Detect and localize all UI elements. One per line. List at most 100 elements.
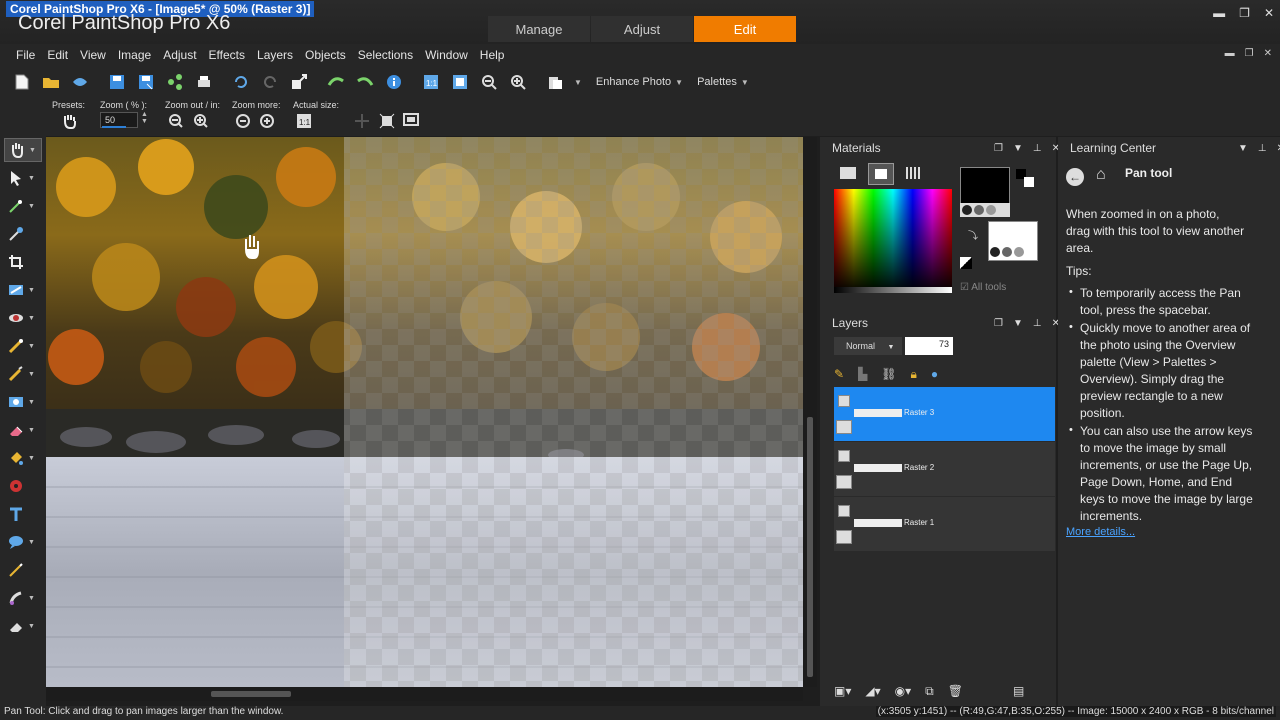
maximize-icon[interactable]: ❐: [1239, 6, 1250, 20]
palettes-button[interactable]: Palettes: [697, 76, 737, 88]
layer-style-icon[interactable]: ●: [931, 367, 938, 382]
paste-dropdown-icon[interactable]: ▼: [574, 78, 582, 87]
mask-layer-icon[interactable]: ◉▾: [895, 684, 912, 699]
new-raster-layer-icon[interactable]: ▣▾: [834, 684, 851, 699]
zoom-slider[interactable]: [102, 126, 126, 128]
zoom-in-icon[interactable]: [508, 72, 528, 92]
layers-float-icon[interactable]: ❐: [994, 318, 1003, 329]
menu-effects[interactable]: Effects: [203, 48, 251, 62]
swatches-tab-icon[interactable]: [906, 167, 920, 179]
zoom-out-icon[interactable]: [479, 72, 499, 92]
enhance-photo-dropdown-icon[interactable]: ▼: [675, 78, 683, 87]
adjustment-layer-icon[interactable]: ◢▾: [865, 684, 880, 699]
layer-row-raster-3[interactable]: Raster 3: [834, 387, 1055, 441]
menu-adjust[interactable]: Adjust: [157, 48, 202, 62]
actual-size-button-icon[interactable]: 1:1: [296, 113, 312, 134]
redo-icon[interactable]: [260, 72, 280, 92]
new-file-icon[interactable]: [12, 72, 32, 92]
dropper-tool-button[interactable]: [4, 222, 42, 246]
palettes-dropdown-icon[interactable]: ▼: [741, 78, 749, 87]
straighten-tool-button[interactable]: ▼: [4, 278, 42, 302]
home-icon[interactable]: ⌂: [1096, 166, 1106, 184]
layer-row-raster-1[interactable]: Raster 1: [834, 497, 1055, 551]
minimize-icon[interactable]: ▬: [1213, 6, 1225, 20]
materials-pin-icon[interactable]: ⊥: [1033, 143, 1042, 154]
print-icon[interactable]: [194, 72, 214, 92]
picture-tube-tool-button[interactable]: ▼: [4, 614, 42, 638]
horizontal-scrollbar[interactable]: [46, 687, 803, 701]
lock-icon[interactable]: 🔒︎: [911, 367, 917, 382]
frame-tab-icon[interactable]: [840, 167, 856, 179]
more-details-link[interactable]: More details...: [1066, 526, 1135, 538]
menu-window[interactable]: Window: [419, 48, 474, 62]
paste-icon[interactable]: [545, 72, 565, 92]
learning-close-icon[interactable]: ✕: [1277, 143, 1280, 154]
tab-adjust[interactable]: Adjust: [591, 16, 693, 42]
menu-edit[interactable]: Edit: [41, 48, 74, 62]
clone-tool-button[interactable]: ▼: [4, 390, 42, 414]
resize-icon[interactable]: [289, 72, 309, 92]
horizontal-scroll-thumb[interactable]: [211, 691, 291, 697]
zoom-in-small-icon[interactable]: [193, 113, 209, 134]
eraser-tool-button[interactable]: ▼: [4, 418, 42, 442]
fill-tool-button[interactable]: ▼: [4, 446, 42, 470]
visibility-eye-icon[interactable]: [836, 530, 852, 544]
pen-tool-button[interactable]: [4, 558, 42, 582]
vertical-scrollbar[interactable]: [803, 137, 817, 687]
doc-restore-icon[interactable]: ❐: [1245, 48, 1254, 59]
visibility-eye-icon[interactable]: [836, 420, 852, 434]
red-eye-tool-button[interactable]: ▼: [4, 306, 42, 330]
foreground-style-buttons[interactable]: [960, 203, 1010, 217]
pan-tool-button[interactable]: ▼: [4, 138, 42, 162]
layer-row-raster-2[interactable]: Raster 2: [834, 442, 1055, 496]
materials-float-icon[interactable]: ❐: [994, 143, 1003, 154]
color-changer-tool-button[interactable]: [4, 474, 42, 498]
learning-menu-icon[interactable]: ▼: [1238, 143, 1248, 154]
image-canvas[interactable]: [46, 137, 803, 687]
link-icon[interactable]: ⛓: [881, 367, 896, 382]
delete-layer-icon[interactable]: 🗑︎: [948, 684, 963, 699]
move-disabled-icon[interactable]: [354, 113, 370, 134]
crop-tool-button[interactable]: [4, 250, 42, 274]
fit-image-icon[interactable]: [379, 113, 395, 134]
doc-close-icon[interactable]: ✕: [1264, 48, 1272, 59]
swap-colors-icon[interactable]: ⤵: [968, 227, 978, 242]
save-as-icon[interactable]: [136, 72, 156, 92]
undo-icon[interactable]: [231, 72, 251, 92]
info-icon[interactable]: [384, 72, 404, 92]
zoom-out-small-icon[interactable]: [168, 113, 184, 134]
rotate-left-icon[interactable]: [326, 72, 346, 92]
transparent-swatch-icon[interactable]: [960, 257, 972, 269]
menu-objects[interactable]: Objects: [299, 48, 352, 62]
layers-pin-icon[interactable]: ⊥: [1033, 318, 1042, 329]
pick-tool-button[interactable]: ▼: [4, 166, 42, 190]
color-spectrum[interactable]: [834, 189, 952, 293]
menu-layers[interactable]: Layers: [251, 48, 299, 62]
mask-icon[interactable]: ▙: [858, 367, 867, 382]
menu-selections[interactable]: Selections: [352, 48, 419, 62]
new-layer-icon[interactable]: ✎: [834, 367, 844, 382]
fit-window-small-icon[interactable]: [403, 113, 419, 134]
menu-help[interactable]: Help: [474, 48, 511, 62]
actual-size-icon[interactable]: 1:1: [421, 72, 441, 92]
browse-icon[interactable]: [70, 72, 90, 92]
enhance-photo-button[interactable]: Enhance Photo: [596, 76, 671, 88]
doc-minimize-icon[interactable]: ▬: [1225, 48, 1235, 59]
all-tools-checkbox[interactable]: ☑ All tools: [960, 282, 1006, 293]
makeover-tool-button[interactable]: ▼: [4, 334, 42, 358]
duplicate-layer-icon[interactable]: ⧉: [925, 684, 934, 699]
share-icon[interactable]: [165, 72, 185, 92]
layers-menu-icon[interactable]: ▼: [1013, 318, 1023, 329]
shape-tool-button[interactable]: ▼: [4, 530, 42, 554]
zoom-more-minus-icon[interactable]: [235, 113, 251, 134]
opacity-field[interactable]: 73: [905, 337, 953, 355]
fit-window-icon[interactable]: [450, 72, 470, 92]
open-folder-icon[interactable]: [41, 72, 61, 92]
background-style-buttons[interactable]: [988, 245, 1038, 259]
rainbow-tab-icon[interactable]: [868, 163, 894, 185]
tab-edit[interactable]: Edit: [694, 16, 796, 42]
close-icon[interactable]: ✕: [1264, 6, 1274, 20]
layer-properties-icon[interactable]: ▤: [1013, 684, 1024, 699]
brush-tool-button[interactable]: ▼: [4, 362, 42, 386]
vertical-scroll-thumb[interactable]: [807, 417, 813, 677]
